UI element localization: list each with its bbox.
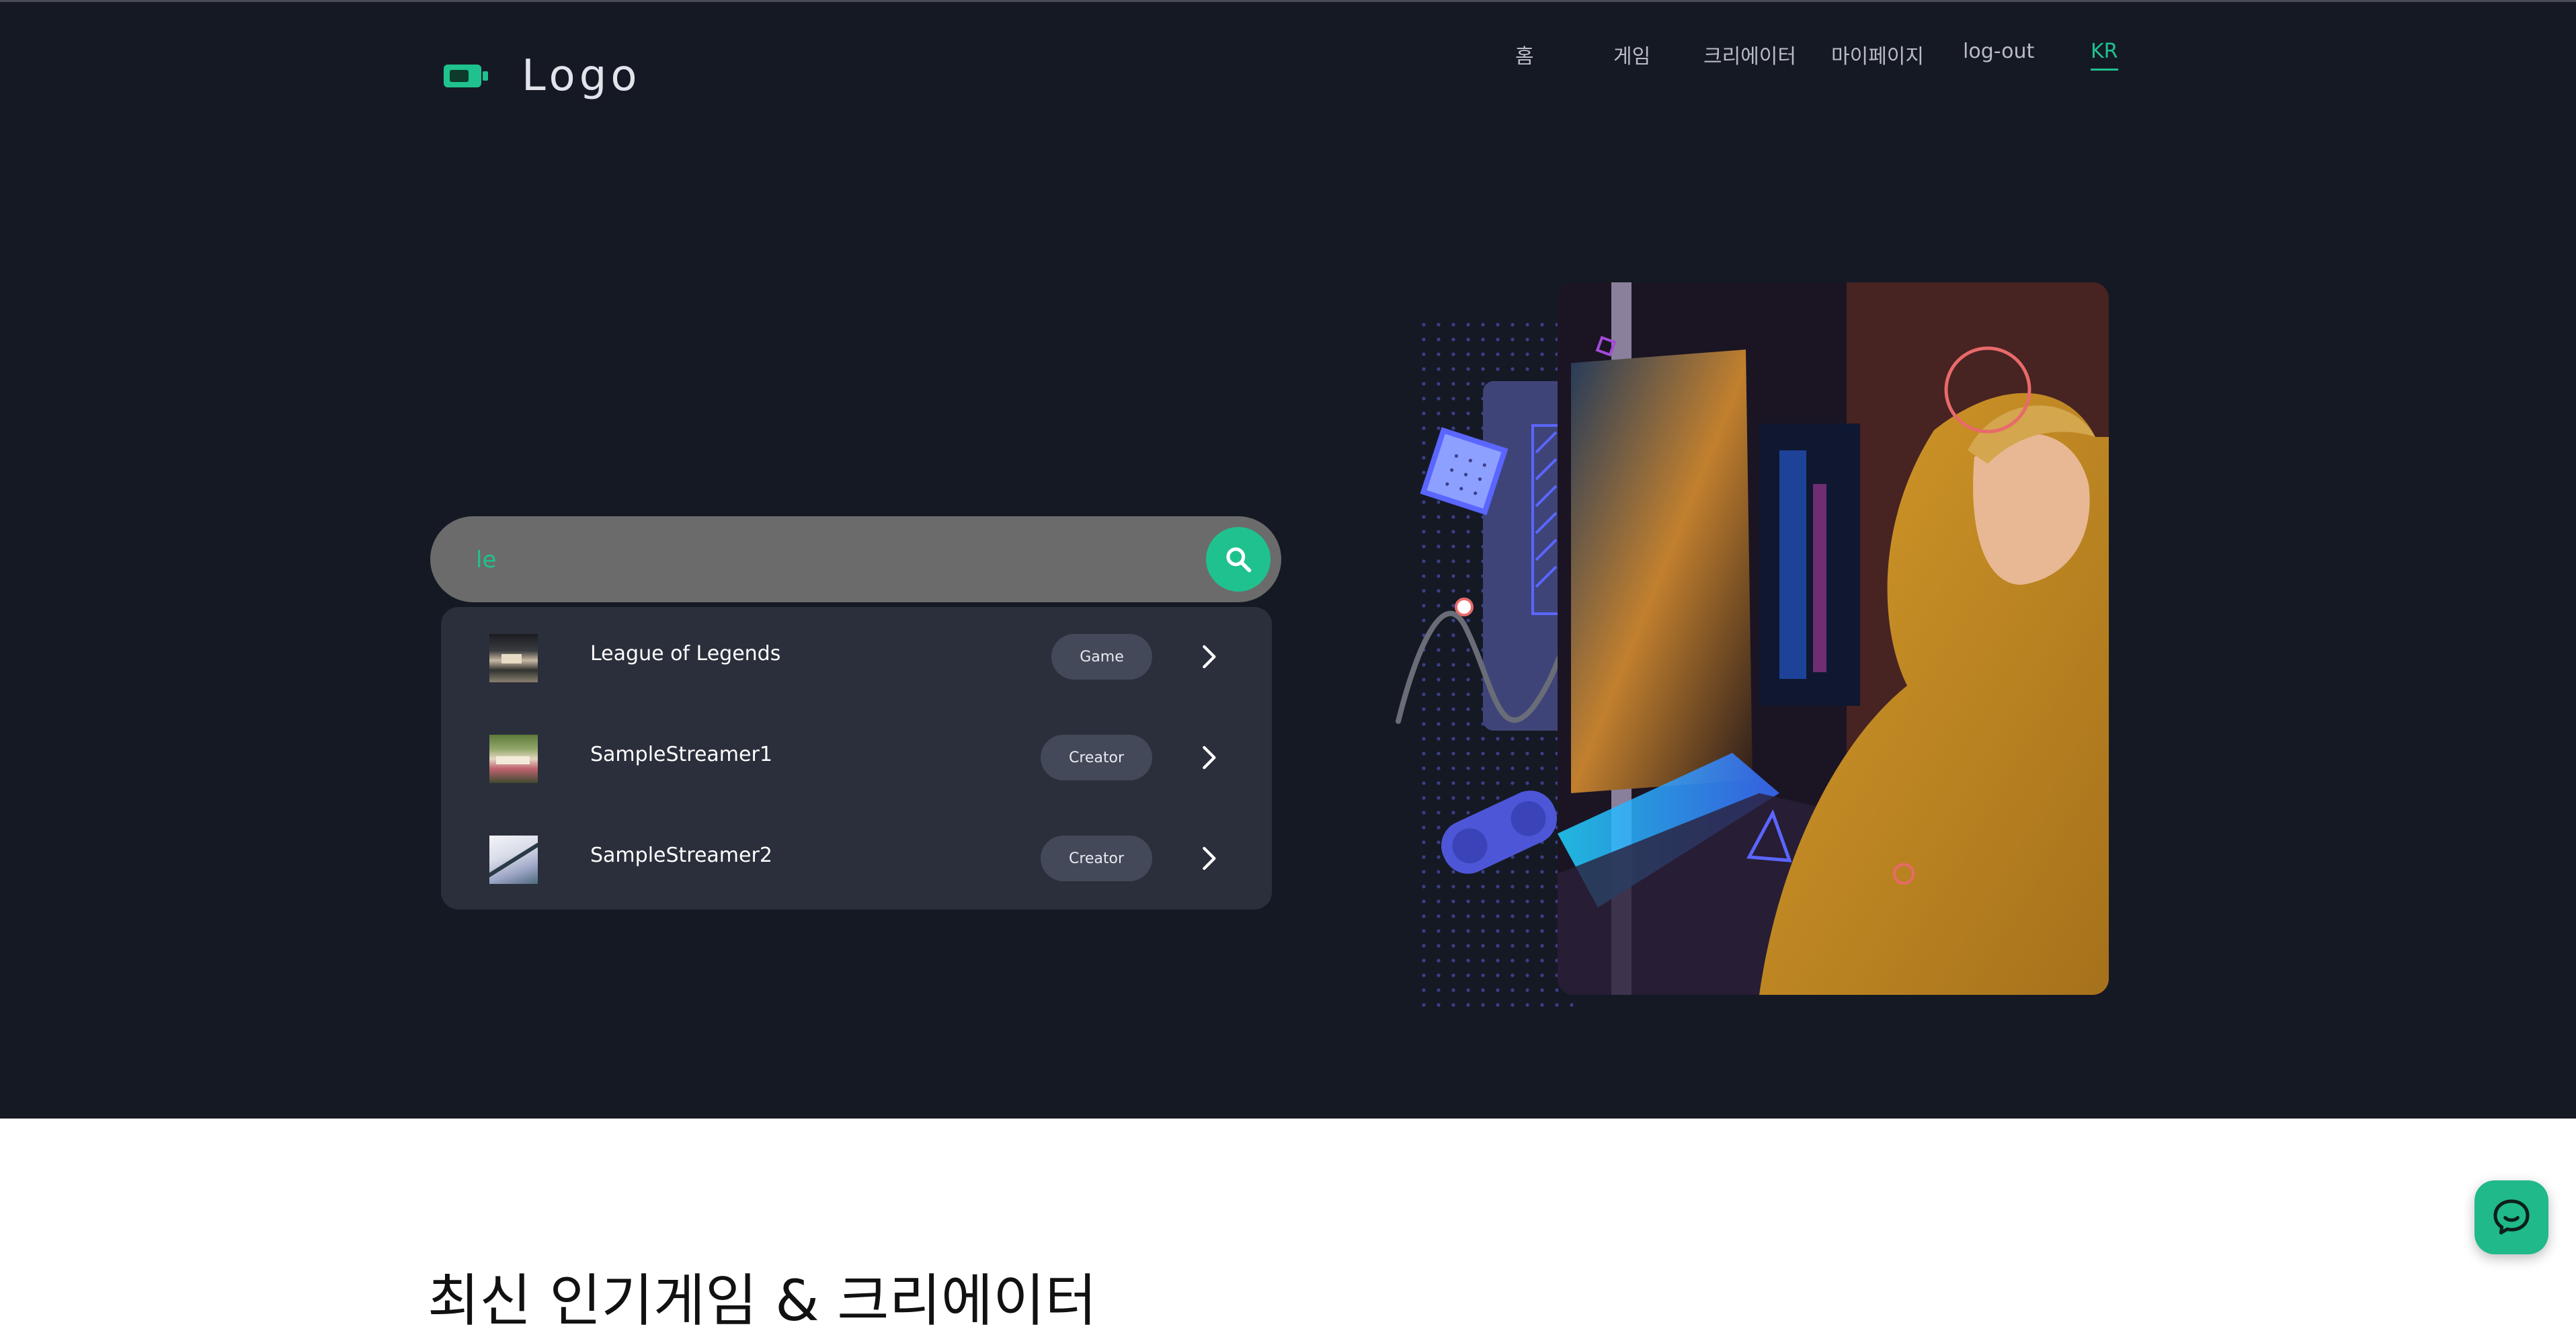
- streamer-thumbnail: [489, 735, 538, 783]
- gamer-photo: [1558, 282, 2109, 995]
- game-thumbnail: [489, 634, 538, 682]
- nav-item-logout[interactable]: log-out: [1963, 40, 2034, 63]
- nav-item-creators[interactable]: 크리에이터: [1703, 40, 1796, 69]
- language-toggle[interactable]: KR: [2091, 40, 2118, 71]
- result-type-badge: Creator: [1041, 735, 1152, 780]
- hero-illustration: [1392, 278, 2131, 1017]
- hero-section: Logo 홈 게임 크리에이터 마이페이지 log-out KR League …: [0, 2, 2576, 1119]
- chevron-right-icon: [1203, 645, 1216, 669]
- search-result-item[interactable]: League of Legends Game: [441, 607, 1272, 708]
- result-type-badge: Game: [1051, 634, 1152, 680]
- streamer-thumbnail: [489, 836, 538, 884]
- chevron-right-icon: [1203, 745, 1216, 770]
- search-button[interactable]: [1206, 527, 1271, 592]
- chat-bubble-icon: [2493, 1199, 2530, 1235]
- result-name: SampleStreamer2: [590, 844, 772, 867]
- search-icon: [1226, 547, 1252, 573]
- search-input[interactable]: [475, 539, 1150, 581]
- chevron-right-icon: [1203, 846, 1216, 870]
- nav-item-mypage[interactable]: 마이페이지: [1831, 40, 1924, 69]
- result-name: SampleStreamer1: [590, 743, 772, 766]
- search-results-dropdown: League of Legends Game SampleStreamer1 C…: [441, 607, 1272, 909]
- result-name: League of Legends: [590, 642, 781, 665]
- section-title: 최신 인기게임 & 크리에이터: [428, 1268, 1097, 1334]
- chat-button[interactable]: [2474, 1180, 2548, 1254]
- main-nav: 홈 게임 크리에이터 마이페이지 log-out KR: [0, 40, 2576, 80]
- result-type-badge: Creator: [1041, 836, 1152, 881]
- nav-item-home[interactable]: 홈: [1515, 40, 1534, 69]
- search-result-item[interactable]: SampleStreamer1 Creator: [441, 708, 1272, 809]
- search-result-item[interactable]: SampleStreamer2 Creator: [441, 809, 1272, 909]
- search-bar: [430, 516, 1281, 602]
- nav-item-games[interactable]: 게임: [1613, 40, 1650, 69]
